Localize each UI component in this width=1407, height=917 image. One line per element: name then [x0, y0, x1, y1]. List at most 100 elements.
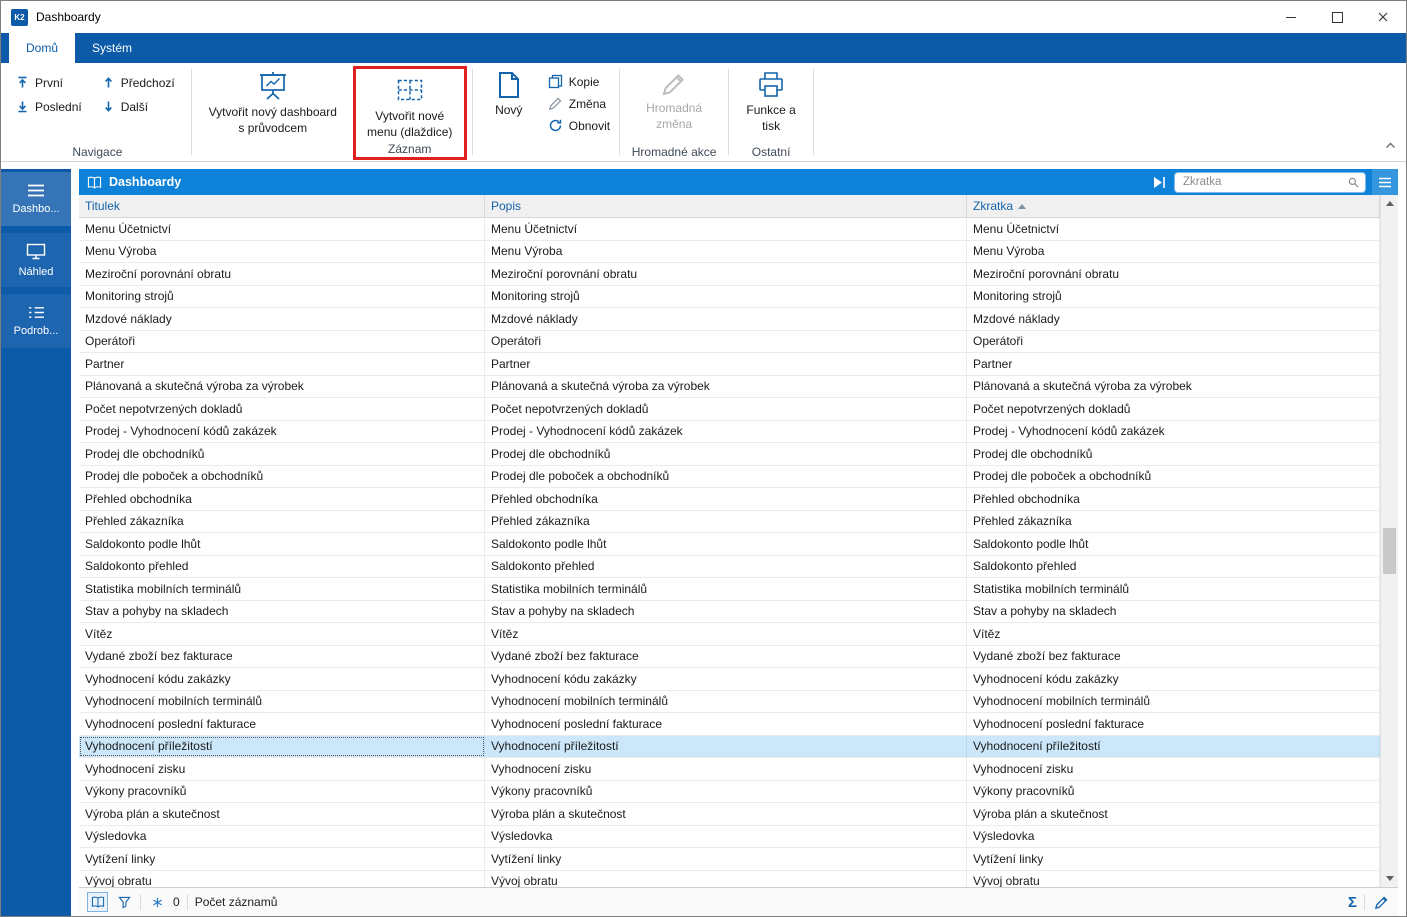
- cell-popis[interactable]: Výroba plán a skutečnost: [485, 803, 967, 825]
- table-row[interactable]: Vyhodnocení zisku Vyhodnocení zisku Vyhodn…: [79, 758, 1380, 781]
- cell-popis[interactable]: Vyhodnocení poslední fakturace: [485, 713, 967, 735]
- records-count-button[interactable]: Počet záznamů: [195, 895, 278, 909]
- cell-titulek[interactable]: Menu Účetnictví: [79, 218, 485, 240]
- filter-button[interactable]: [115, 892, 133, 912]
- cell-popis[interactable]: Vyhodnocení kódu zakázky: [485, 668, 967, 690]
- cell-titulek[interactable]: Prodej dle obchodníků: [79, 443, 485, 465]
- cell-popis[interactable]: Menu Výroba: [485, 240, 967, 262]
- cell-zkratka[interactable]: Plánovaná a skutečná výroba za výrobek: [967, 375, 1380, 397]
- book-view-button[interactable]: [87, 892, 108, 912]
- scroll-down-button[interactable]: [1381, 870, 1398, 887]
- cell-popis[interactable]: Saldokonto podle lhůt: [485, 533, 967, 555]
- cell-popis[interactable]: Monitoring strojů: [485, 285, 967, 307]
- sidebar-item-dashboards[interactable]: Dashbo...: [1, 172, 71, 226]
- next-record-button[interactable]: Další: [99, 97, 178, 116]
- table-row[interactable]: Meziroční porovnání obratu Meziroční poro…: [79, 263, 1380, 286]
- tab-system[interactable]: Systém: [75, 33, 149, 63]
- table-row[interactable]: Operátoři Operátoři Operátoři: [79, 330, 1380, 353]
- cell-zkratka[interactable]: Vítěz: [967, 623, 1380, 645]
- table-row[interactable]: Vítěz Vítěz Vítěz: [79, 623, 1380, 646]
- column-header-titulek[interactable]: Titulek: [79, 195, 485, 217]
- cell-titulek[interactable]: Výsledovka: [79, 825, 485, 847]
- table-row[interactable]: Výroba plán a skutečnost Výroba plán a sk…: [79, 803, 1380, 826]
- cell-titulek[interactable]: Vyhodnocení poslední fakturace: [79, 713, 485, 735]
- edit-note-button[interactable]: [1372, 892, 1390, 912]
- cell-popis[interactable]: Stav a pohyby na skladech: [485, 600, 967, 622]
- table-row[interactable]: Počet nepotvrzených dokladů Počet nepotvr…: [79, 398, 1380, 421]
- maximize-button[interactable]: [1314, 1, 1360, 33]
- table-row[interactable]: Plánovaná a skutečná výroba za výrobek Pl…: [79, 375, 1380, 398]
- cell-zkratka[interactable]: Vyhodnocení mobilních terminálů: [967, 690, 1380, 712]
- sum-icon[interactable]: Σ: [1348, 895, 1357, 910]
- cell-zkratka[interactable]: Vyhodnocení kódu zakázky: [967, 668, 1380, 690]
- cell-zkratka[interactable]: Počet nepotvrzených dokladů: [967, 398, 1380, 420]
- cell-titulek[interactable]: Plánovaná a skutečná výroba za výrobek: [79, 375, 485, 397]
- cell-popis[interactable]: Vyhodnocení příležitostí: [485, 735, 967, 757]
- cell-zkratka[interactable]: Výroba plán a skutečnost: [967, 803, 1380, 825]
- cell-titulek[interactable]: Vyhodnocení mobilních terminálů: [79, 690, 485, 712]
- cell-titulek[interactable]: Vyhodnocení kódu zakázky: [79, 668, 485, 690]
- table-row[interactable]: Menu Účetnictví Menu Účetnictví Menu Účetn…: [79, 218, 1380, 241]
- cell-popis[interactable]: Prodej - Vyhodnocení kódů zakázek: [485, 420, 967, 442]
- cell-titulek[interactable]: Monitoring strojů: [79, 285, 485, 307]
- cell-zkratka[interactable]: Operátoři: [967, 330, 1380, 352]
- cell-titulek[interactable]: Prodej - Vyhodnocení kódů zakázek: [79, 420, 485, 442]
- cell-popis[interactable]: Prodej dle poboček a obchodníků: [485, 465, 967, 487]
- cell-zkratka[interactable]: Prodej dle obchodníků: [967, 443, 1380, 465]
- cell-titulek[interactable]: Vyhodnocení příležitostí: [79, 735, 485, 757]
- create-dashboard-wizard-button[interactable]: Vytvořit nový dashboard s průvodcem: [195, 65, 351, 136]
- cell-popis[interactable]: Počet nepotvrzených dokladů: [485, 398, 967, 420]
- cell-popis[interactable]: Saldokonto přehled: [485, 555, 967, 577]
- cell-zkratka[interactable]: Prodej dle poboček a obchodníků: [967, 465, 1380, 487]
- change-button[interactable]: Změna: [542, 94, 616, 113]
- cell-zkratka[interactable]: Meziroční porovnání obratu: [967, 263, 1380, 285]
- cell-titulek[interactable]: Vítěz: [79, 623, 485, 645]
- cell-titulek[interactable]: Počet nepotvrzených dokladů: [79, 398, 485, 420]
- play-icon[interactable]: [1153, 176, 1165, 188]
- cell-popis[interactable]: Statistika mobilních terminálů: [485, 578, 967, 600]
- cell-titulek[interactable]: Saldokonto podle lhůt: [79, 533, 485, 555]
- cell-titulek[interactable]: Vývoj obratu: [79, 870, 485, 887]
- cell-popis[interactable]: Výkony pracovníků: [485, 780, 967, 802]
- cell-zkratka[interactable]: Vydané zboží bez fakturace: [967, 645, 1380, 667]
- table-row[interactable]: Prodej dle obchodníků Prodej dle obchodní…: [79, 443, 1380, 466]
- sidebar-item-nahled[interactable]: Náhled: [1, 233, 71, 287]
- cell-zkratka[interactable]: Vyhodnocení zisku: [967, 758, 1380, 780]
- minimize-button[interactable]: [1268, 1, 1314, 33]
- search-input[interactable]: [1181, 175, 1348, 189]
- cell-zkratka[interactable]: Partner: [967, 353, 1380, 375]
- table-row[interactable]: Vyhodnocení kódu zakázky Vyhodnocení kódu…: [79, 668, 1380, 691]
- table-row[interactable]: Saldokonto podle lhůt Saldokonto podle lh…: [79, 533, 1380, 556]
- cell-titulek[interactable]: Stav a pohyby na skladech: [79, 600, 485, 622]
- cell-popis[interactable]: Vyhodnocení zisku: [485, 758, 967, 780]
- cell-popis[interactable]: Vyhodnocení mobilních terminálů: [485, 690, 967, 712]
- cell-popis[interactable]: Plánovaná a skutečná výroba za výrobek: [485, 375, 967, 397]
- cell-zkratka[interactable]: Přehled obchodníka: [967, 488, 1380, 510]
- search-icon[interactable]: [1348, 177, 1359, 188]
- table-row[interactable]: Výkony pracovníků Výkony pracovníků Výkony…: [79, 780, 1380, 803]
- table-row[interactable]: Vydané zboží bez fakturace Vydané zboží b…: [79, 645, 1380, 668]
- cell-zkratka[interactable]: Vyhodnocení příležitostí: [967, 735, 1380, 757]
- cell-titulek[interactable]: Vyhodnocení zisku: [79, 758, 485, 780]
- cell-zkratka[interactable]: Přehled zákazníka: [967, 510, 1380, 532]
- cell-popis[interactable]: Mzdové náklady: [485, 308, 967, 330]
- cell-zkratka[interactable]: Menu Výroba: [967, 240, 1380, 262]
- cell-popis[interactable]: Menu Účetnictví: [485, 218, 967, 240]
- table-row[interactable]: Přehled obchodníka Přehled obchodníka Přeh…: [79, 488, 1380, 511]
- auto-refresh-button[interactable]: [148, 892, 166, 912]
- table-row[interactable]: Výsledovka Výsledovka Výsledovka: [79, 825, 1380, 848]
- cell-zkratka[interactable]: Statistika mobilních terminálů: [967, 578, 1380, 600]
- tab-domu[interactable]: Domů: [9, 33, 76, 63]
- cell-zkratka[interactable]: Prodej - Vyhodnocení kódů zakázek: [967, 420, 1380, 442]
- cell-titulek[interactable]: Saldokonto přehled: [79, 555, 485, 577]
- cell-zkratka[interactable]: Výsledovka: [967, 825, 1380, 847]
- first-record-button[interactable]: První: [13, 73, 85, 92]
- table-row[interactable]: Přehled zákazníka Přehled zákazníka Přehle…: [79, 510, 1380, 533]
- table-row[interactable]: Vyhodnocení mobilních terminálů Vyhodnoce…: [79, 690, 1380, 713]
- cell-zkratka[interactable]: Saldokonto přehled: [967, 555, 1380, 577]
- cell-titulek[interactable]: Statistika mobilních terminálů: [79, 578, 485, 600]
- cell-popis[interactable]: Prodej dle obchodníků: [485, 443, 967, 465]
- cell-zkratka[interactable]: Mzdové náklady: [967, 308, 1380, 330]
- cell-popis[interactable]: Přehled zákazníka: [485, 510, 967, 532]
- table-row[interactable]: Vyhodnocení poslední fakturace Vyhodnocen…: [79, 713, 1380, 736]
